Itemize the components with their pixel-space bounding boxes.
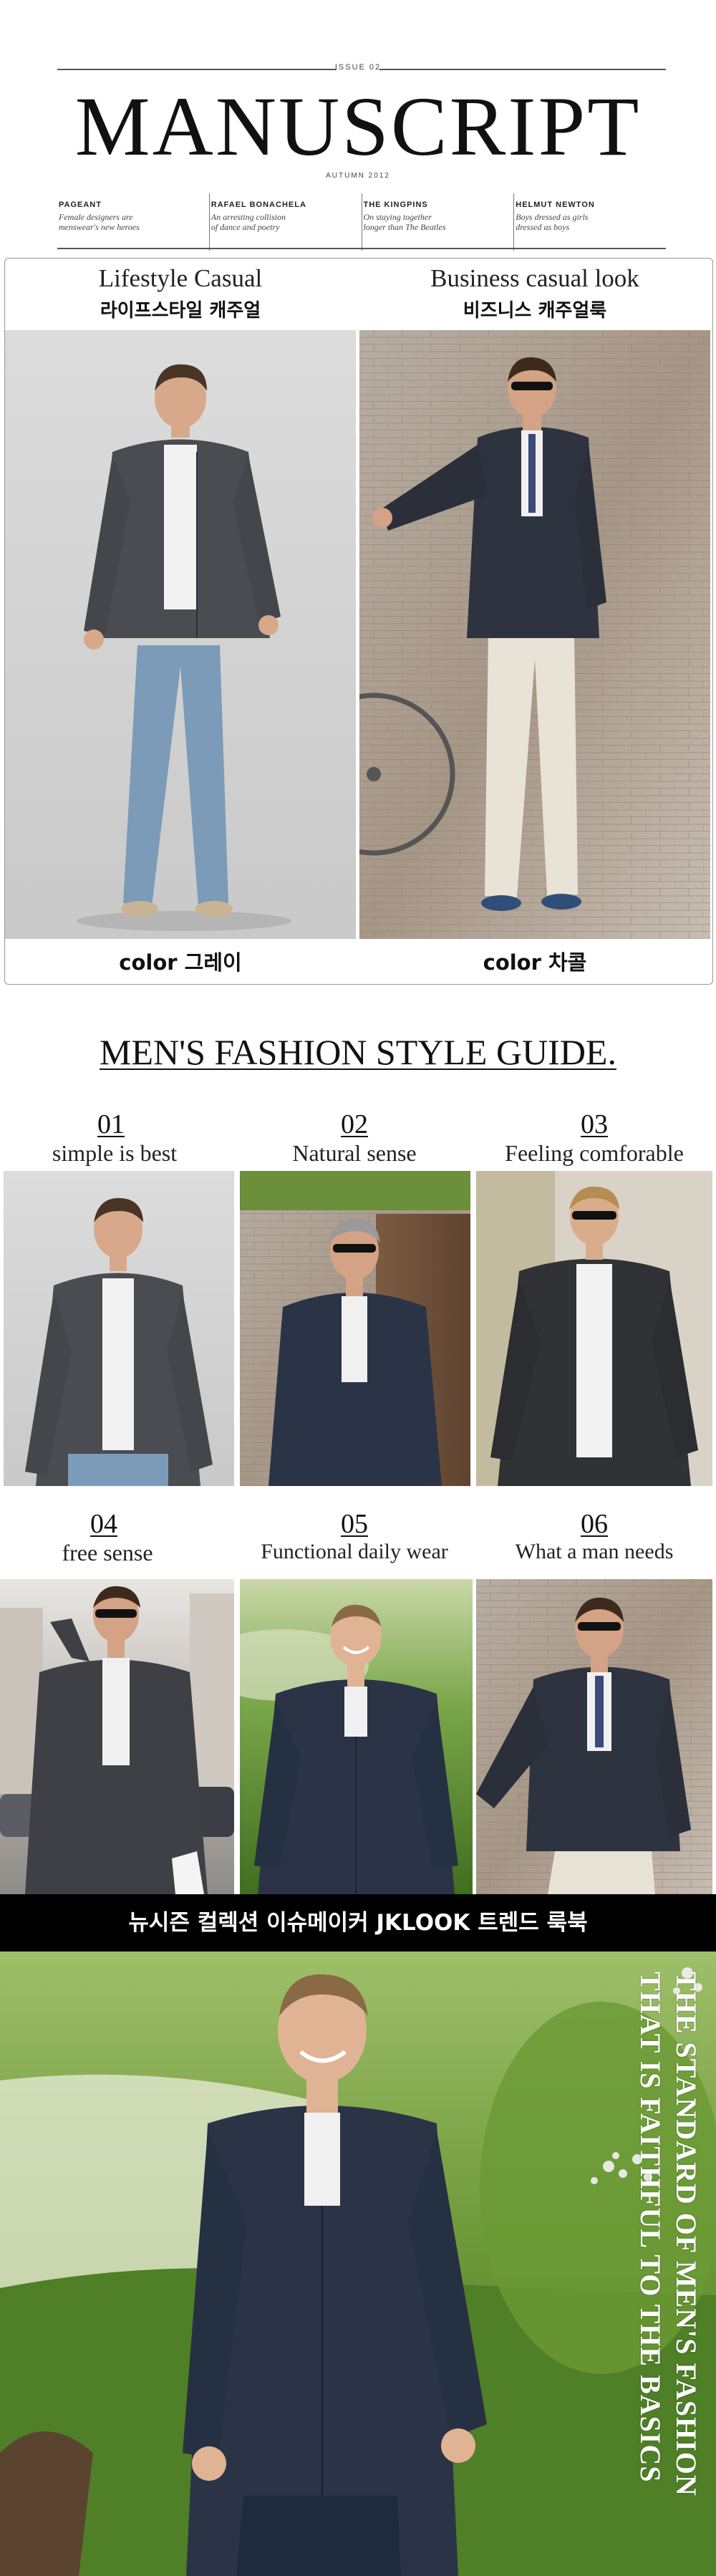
style-guide-title: MEN'S FASHION STYLE GUIDE. (100, 1032, 616, 1072)
left-column-title: Lifestyle Casual (98, 264, 263, 292)
guide-item-label: Feeling comforable (505, 1140, 684, 1166)
issue-season: AUTUMN 2012 (326, 172, 390, 180)
hero-photo[interactable]: THE STANDARD OF MEN'S FASHION THAT IS FA… (0, 1952, 716, 2576)
color-options-panel: Lifestyle Casual 라이프스타일 캐주얼 Business cas… (4, 258, 713, 985)
masthead-rule-right (379, 69, 666, 70)
magazine-brand: MANUSCRIPT (74, 79, 642, 173)
banner-text: 뉴시즌 컬렉션 이슈메이커 JKLOOK 트렌드 룩북 (128, 1910, 588, 1936)
hero-tagline-line1: THE STANDARD OF MEN'S FASHION (670, 1972, 702, 2497)
issue-number: ISSUE 02 (334, 63, 382, 72)
teaser-item: THE KINGPINS On staying together longer … (362, 193, 515, 251)
guide-item-label: Functional daily wear (261, 1540, 448, 1563)
grey-jacket-photo[interactable] (5, 330, 356, 939)
right-column-subtitle: 비즈니스 캐주얼룩 (463, 300, 607, 322)
guide-item-number: 06 (581, 1509, 608, 1539)
guide-item-number: 03 (581, 1109, 608, 1139)
teaser-headline: RAFAEL BONACHELA (211, 201, 306, 209)
guide-item-number: 05 (341, 1509, 368, 1539)
hero-tagline-line2: THAT IS FAITHFUL TO THE BASICS (634, 1972, 667, 2483)
charcoal-color-caption: color 차콜 (483, 950, 587, 975)
left-column-subtitle: 라이프스타일 캐주얼 (100, 300, 261, 322)
guide-item-label: What a man needs (515, 1540, 674, 1563)
masthead-rule-left (57, 69, 337, 70)
teaser-headline: PAGEANT (59, 201, 102, 209)
teaser-bottom-rule (57, 248, 666, 249)
teaser-subline: On staying together longer than The Beat… (363, 212, 446, 232)
style-photo-simple[interactable] (4, 1171, 234, 1486)
teaser-subline: Boys dressed as girls dressed as boys (516, 212, 589, 232)
guide-item-label: simple is best (52, 1140, 178, 1166)
guide-item-number: 04 (90, 1509, 117, 1539)
teaser-headline: THE KINGPINS (363, 201, 428, 209)
charcoal-jacket-photo[interactable] (359, 330, 710, 939)
guide-item-number: 02 (341, 1109, 368, 1139)
teaser-item: PAGEANT Female designers are menswear's … (57, 193, 210, 251)
style-photo-functional[interactable] (240, 1579, 473, 1894)
guide-item-number: 01 (97, 1109, 125, 1139)
teaser-item: HELMUT NEWTON Boys dressed as girls dres… (514, 193, 666, 251)
style-photo-natural[interactable] (240, 1171, 470, 1486)
guide-item-label: Natural sense (292, 1140, 417, 1166)
right-column-title: Business casual look (430, 264, 639, 292)
collection-banner: 뉴시즌 컬렉션 이슈메이커 JKLOOK 트렌드 룩북 (0, 1894, 716, 1952)
guide-item-label: free sense (62, 1540, 153, 1566)
teaser-row: PAGEANT Female designers are menswear's … (57, 193, 666, 251)
teaser-subline: An arresting collision of dance and poet… (211, 212, 286, 232)
teaser-subline: Female designers are menswear's new hero… (59, 212, 140, 232)
teaser-headline: HELMUT NEWTON (516, 201, 595, 209)
magazine-masthead: ISSUE 02 MANUSCRIPT AUTUMN 2012 PAGEANT … (0, 0, 716, 258)
style-photo-comfortable[interactable] (476, 1171, 712, 1486)
style-photo-free[interactable] (0, 1579, 234, 1894)
style-photo-man-needs[interactable] (476, 1579, 712, 1894)
teaser-item: RAFAEL BONACHELA An arresting collision … (210, 193, 362, 251)
grey-color-caption: color 그레이 (119, 950, 242, 975)
